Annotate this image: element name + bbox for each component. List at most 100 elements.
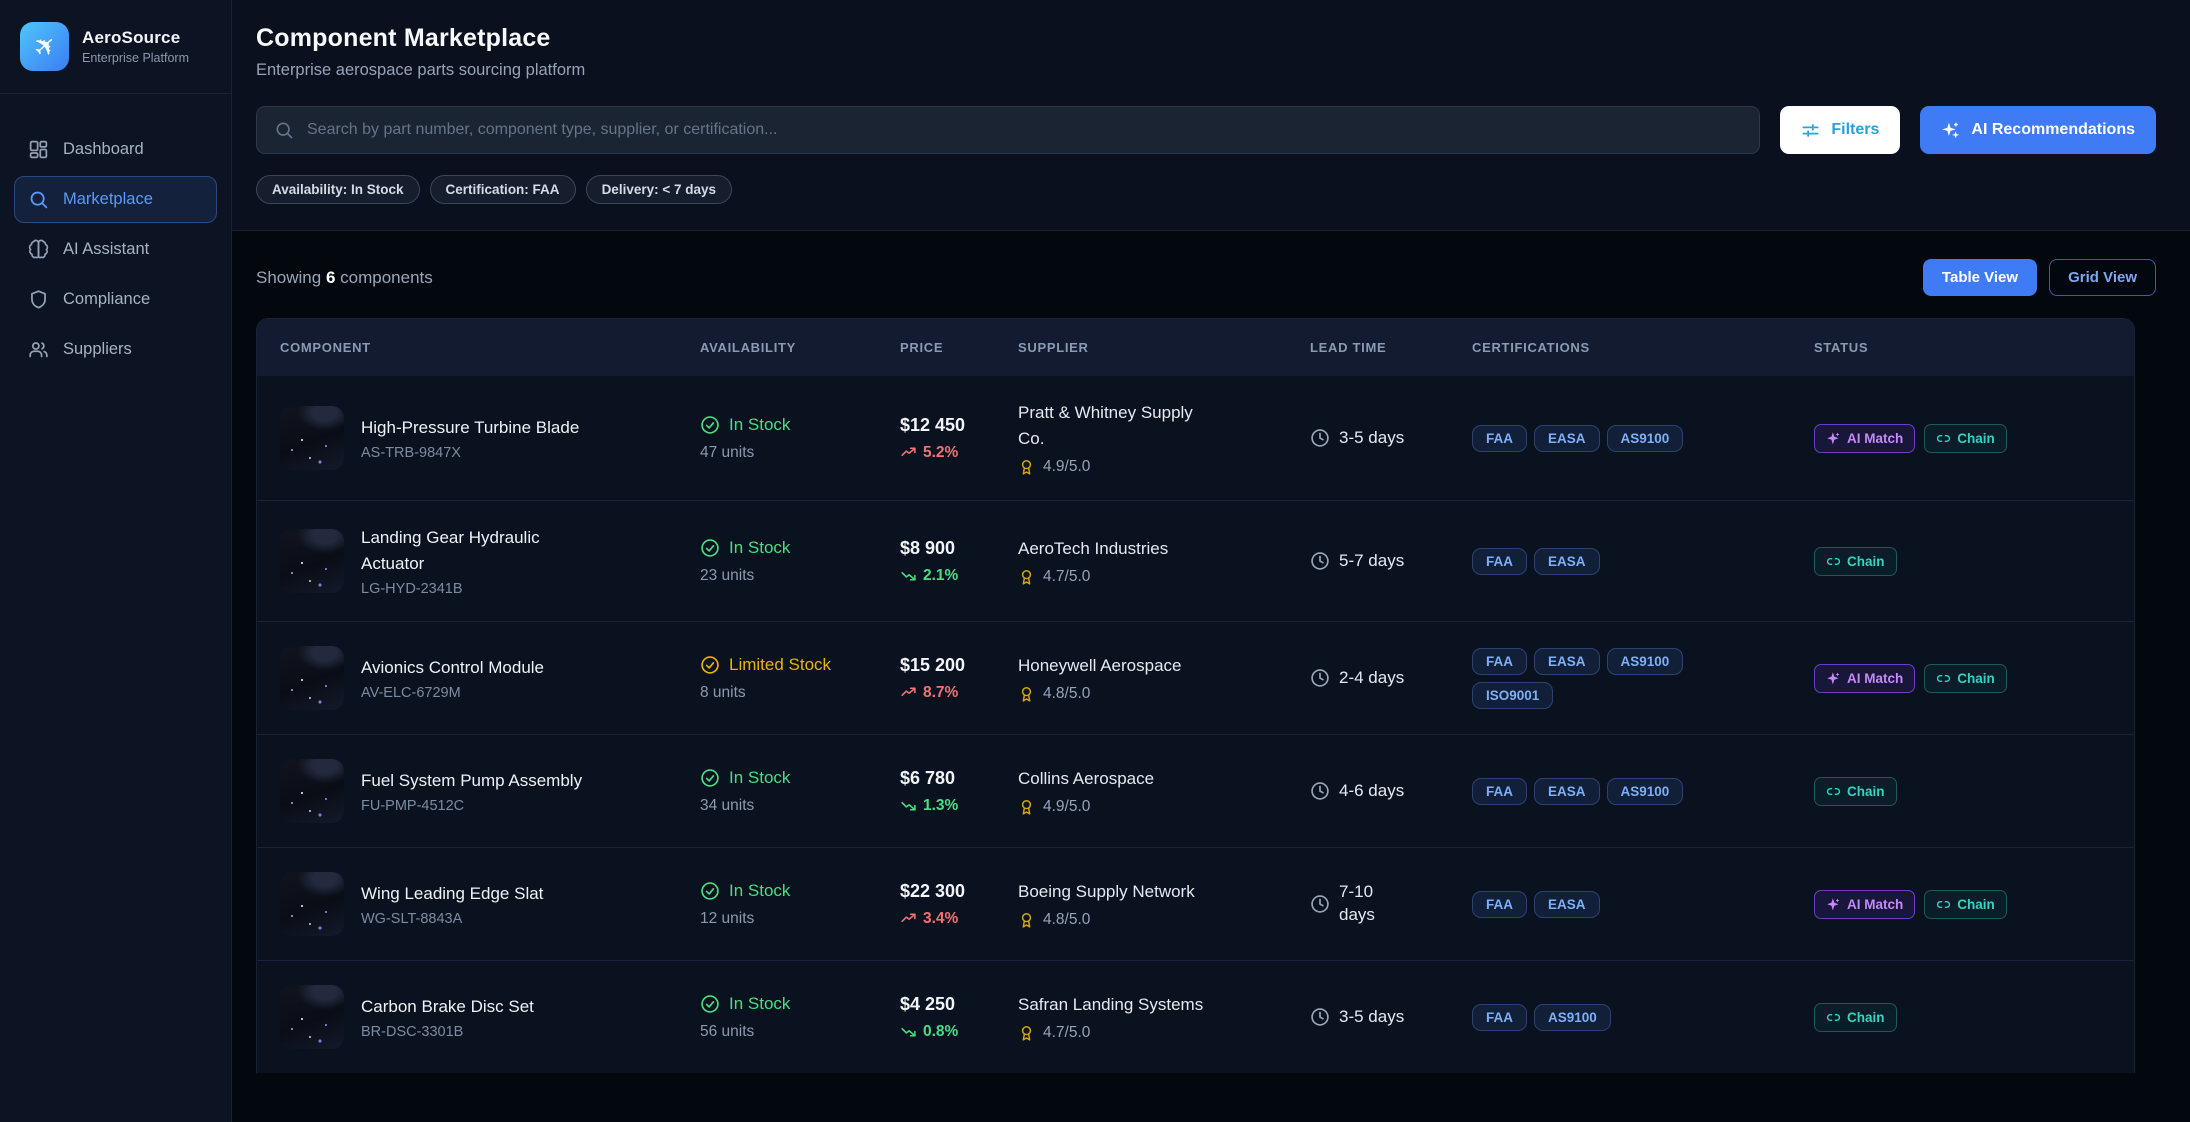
supplier-name: Honeywell Aerospace [1018, 653, 1218, 679]
certifications-cell: FAAEASA [1472, 548, 1752, 575]
component-name: Avionics Control Module [361, 655, 544, 681]
status-cell: AI Match Chain [1814, 890, 2111, 919]
ai-match-badge[interactable]: AI Match [1814, 424, 1915, 453]
table-header-row: COMPONENTAVAILABILITYPRICESUPPLIERLEAD T… [257, 319, 2134, 376]
table-row[interactable]: Wing Leading Edge Slat WG-SLT-8843A In S… [257, 847, 2134, 960]
component-cell: Landing Gear Hydraulic Actuator LG-HYD-2… [280, 525, 700, 597]
component-cell: High-Pressure Turbine Blade AS-TRB-9847X [280, 406, 700, 470]
ai-recommendations-label: AI Recommendations [1971, 121, 2135, 139]
search-input[interactable] [307, 121, 1742, 139]
certification-badge: FAA [1472, 778, 1527, 805]
clock-icon [1310, 781, 1330, 801]
table-view-button[interactable]: Table View [1923, 259, 2037, 296]
price-cell: $8 900 2.1% [900, 538, 1018, 585]
certification-badge: FAA [1472, 425, 1527, 452]
ai-recommendations-button[interactable]: AI Recommendations [1920, 106, 2156, 154]
chain-link-icon [1936, 671, 1951, 686]
brain-icon [28, 239, 49, 260]
status-cell: Chain [1814, 547, 2111, 576]
chain-badge[interactable]: Chain [1924, 890, 2007, 919]
chain-label: Chain [1957, 431, 1995, 446]
lead-time-cell: 5-7 days [1310, 550, 1472, 573]
sidebar-item-dashboard[interactable]: Dashboard [14, 126, 217, 173]
search-box[interactable] [256, 106, 1760, 154]
availability-cell: In Stock 12 units [700, 881, 900, 928]
search-icon [28, 189, 49, 210]
certifications-cell: FAAEASA [1472, 891, 1752, 918]
ai-match-badge[interactable]: AI Match [1814, 890, 1915, 919]
table-row[interactable]: Avionics Control Module AV-ELC-6729M Lim… [257, 621, 2134, 734]
sidebar-item-ai-assistant[interactable]: AI Assistant [14, 226, 217, 273]
trend-arrow-icon [900, 1023, 917, 1040]
table-row[interactable]: Carbon Brake Disc Set BR-DSC-3301B In St… [257, 960, 2134, 1073]
component-cell: Avionics Control Module AV-ELC-6729M [280, 646, 700, 710]
certifications-cell: FAA EASA AS9100 [1472, 778, 1752, 805]
filter-chip[interactable]: Availability: In Stock [256, 175, 420, 204]
chain-label: Chain [1847, 784, 1885, 799]
certification-badge: EASA [1534, 778, 1600, 805]
availability-label: In Stock [729, 538, 790, 558]
clock-icon [1310, 428, 1330, 448]
units-label: 8 units [700, 684, 900, 702]
chain-badge[interactable]: Chain [1814, 547, 1897, 576]
certifications-cell: FAAEASAAS9100ISO9001 [1472, 648, 1752, 709]
table-row[interactable]: Fuel System Pump Assembly FU-PMP-4512C I… [257, 734, 2134, 847]
component-cell: Fuel System Pump Assembly FU-PMP-4512C [280, 759, 700, 823]
chain-link-icon [1826, 1010, 1841, 1025]
lead-time-cell: 3-5 days [1310, 427, 1472, 450]
availability-label: In Stock [729, 768, 790, 788]
filter-chip[interactable]: Delivery: < 7 days [586, 175, 732, 204]
filters-button[interactable]: Filters [1780, 106, 1900, 154]
view-toggle: Table View Grid View [1923, 259, 2156, 296]
chain-badge[interactable]: Chain [1814, 1003, 1897, 1032]
component-cell: Wing Leading Edge Slat WG-SLT-8843A [280, 872, 700, 936]
sidebar-item-compliance[interactable]: Compliance [14, 276, 217, 323]
trend-arrow-icon [900, 684, 917, 701]
filter-chip[interactable]: Certification: FAA [430, 175, 576, 204]
table-row[interactable]: Landing Gear Hydraulic Actuator LG-HYD-2… [257, 500, 2134, 621]
chain-link-icon [1936, 431, 1951, 446]
sidebar-item-marketplace[interactable]: Marketplace [14, 176, 217, 223]
column-header: PRICE [900, 340, 1018, 355]
lead-time-value: 5-7 days [1339, 550, 1404, 573]
dashboard-grid-icon [28, 139, 49, 160]
check-circle-icon [700, 415, 720, 435]
certification-badge: AS9100 [1607, 778, 1684, 805]
supplier-rating: 4.8/5.0 [1043, 685, 1090, 703]
chain-link-icon [1936, 897, 1951, 912]
component-part-number: AV-ELC-6729M [361, 685, 544, 701]
availability-label: In Stock [729, 881, 790, 901]
component-thumbnail [280, 759, 344, 823]
components-table: COMPONENTAVAILABILITYPRICESUPPLIERLEAD T… [256, 318, 2135, 1073]
price-change: 2.1% [923, 567, 958, 585]
trend-arrow-icon [900, 910, 917, 927]
sidebar-item-suppliers[interactable]: Suppliers [14, 326, 217, 373]
lead-time-value: 3-5 days [1339, 427, 1404, 450]
lead-time-cell: 4-6 days [1310, 780, 1472, 803]
chain-label: Chain [1957, 671, 1995, 686]
component-name: Landing Gear Hydraulic Actuator [361, 525, 583, 576]
lead-time-value: 4-6 days [1339, 780, 1404, 803]
sidebar-item-label: AI Assistant [63, 240, 149, 259]
aerosource-logo-icon: ✈ [20, 22, 69, 71]
units-label: 12 units [700, 910, 900, 928]
chain-badge[interactable]: Chain [1924, 424, 2007, 453]
sparkle-icon [1826, 431, 1841, 446]
column-header: LEAD TIME [1310, 340, 1472, 355]
certification-badge: FAA [1472, 548, 1527, 575]
lead-time-value: 7-10 days [1339, 881, 1409, 927]
trend-arrow-icon [900, 444, 917, 461]
table-row[interactable]: High-Pressure Turbine Blade AS-TRB-9847X… [257, 376, 2134, 500]
component-thumbnail [280, 985, 344, 1049]
supplier-cell: Pratt & Whitney Supply Co. 4.9/5.0 [1018, 400, 1310, 476]
table-body: High-Pressure Turbine Blade AS-TRB-9847X… [257, 376, 2134, 1073]
sliders-icon [1801, 121, 1820, 140]
certification-badge: AS9100 [1607, 648, 1684, 675]
grid-view-button[interactable]: Grid View [2049, 259, 2156, 296]
chain-badge[interactable]: Chain [1924, 664, 2007, 693]
certification-badge: EASA [1534, 648, 1600, 675]
chain-badge[interactable]: Chain [1814, 777, 1897, 806]
ai-match-badge[interactable]: AI Match [1814, 664, 1915, 693]
search-icon [274, 120, 294, 140]
chain-label: Chain [1847, 554, 1885, 569]
